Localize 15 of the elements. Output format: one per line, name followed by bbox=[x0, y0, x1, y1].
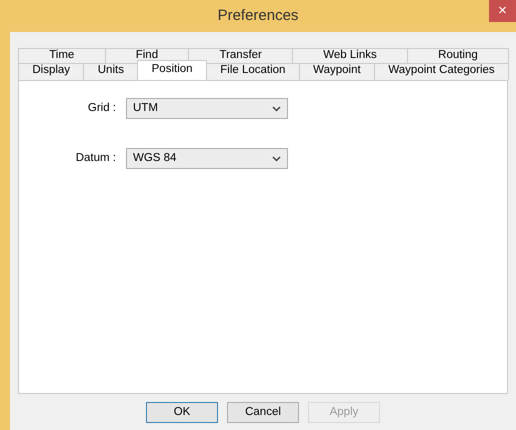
field-label: Datum : bbox=[74, 150, 117, 166]
tab[interactable]: Display bbox=[18, 63, 84, 80]
dialog-button[interactable]: OK bbox=[146, 402, 218, 423]
dropdown[interactable]: UTM bbox=[126, 98, 288, 119]
tab[interactable]: Position bbox=[137, 60, 207, 80]
dropdown[interactable]: WGS 84 bbox=[126, 148, 288, 169]
field-label: Grid : bbox=[86, 100, 117, 116]
window-title: Preferences bbox=[218, 6, 298, 26]
tab[interactable]: Waypoint Categories bbox=[374, 63, 510, 80]
chevron-icon bbox=[272, 156, 281, 162]
dialog-button[interactable]: Cancel bbox=[227, 402, 299, 423]
tab[interactable]: Routing bbox=[406, 48, 509, 63]
close-button[interactable]: × bbox=[489, 0, 516, 22]
tab[interactable]: Time bbox=[18, 48, 106, 63]
chevron-icon bbox=[272, 106, 281, 112]
